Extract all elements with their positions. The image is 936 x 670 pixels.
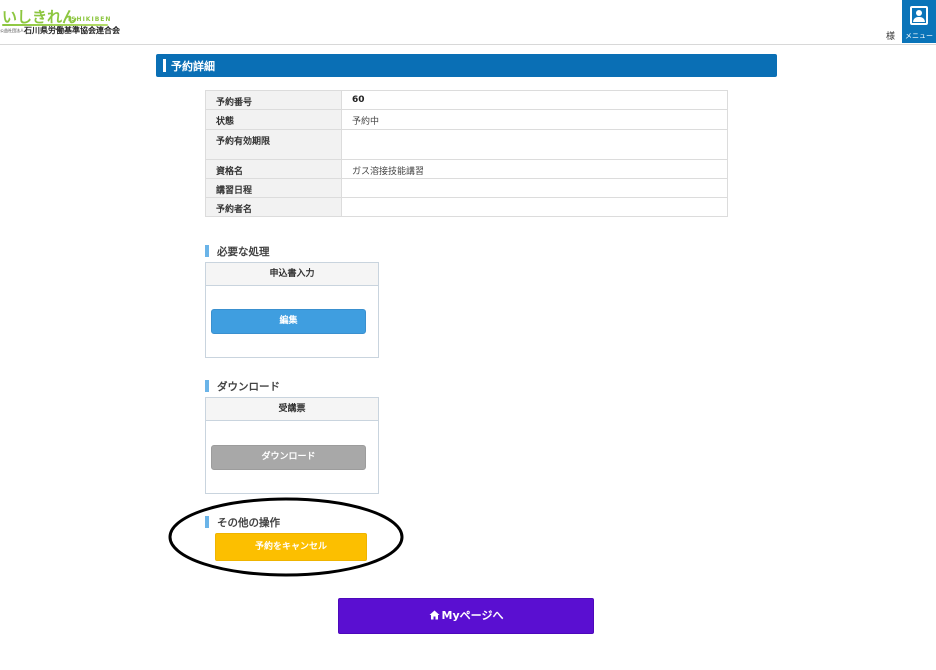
reservation-details-table: 予約番号 60 状態 予約中 予約有効期限 資格名 ガス溶接技能講習 講習日程 …	[205, 90, 728, 217]
heading-marker	[205, 245, 209, 257]
row-value: 予約中	[341, 109, 728, 130]
download-button[interactable]: ダウンロード	[211, 445, 366, 470]
site-header: いしきれん ISHIKIBEN 公益社団法人 石川県労働基準協会連合会 様 メニ…	[0, 0, 936, 45]
table-row: 予約番号 60	[205, 90, 728, 110]
user-icon	[910, 6, 928, 25]
menu-label: メニュー	[905, 32, 933, 40]
panel-title: 申込書入力	[206, 263, 378, 286]
row-label: 予約番号	[205, 90, 342, 110]
row-label: 予約有効期限	[205, 129, 342, 160]
row-label: 状態	[205, 109, 342, 130]
row-value	[341, 178, 728, 198]
edit-button[interactable]: 編集	[211, 309, 366, 334]
panel-title: 受講票	[206, 398, 378, 421]
logo-prefix-text: 公益社団法人	[0, 28, 24, 33]
annotation-ellipse	[168, 497, 404, 577]
mypage-button-label: Myページへ	[441, 609, 504, 622]
table-row: 講習日程	[205, 178, 728, 198]
heading-marker	[205, 380, 209, 392]
logo-english-text: ISHIKIBEN	[68, 16, 112, 23]
row-value	[341, 197, 728, 217]
site-logo[interactable]: いしきれん ISHIKIBEN 公益社団法人 石川県労働基準協会連合会	[0, 4, 120, 38]
application-form-panel: 申込書入力 編集	[205, 262, 379, 358]
row-label: 予約者名	[205, 197, 342, 217]
title-marker	[163, 59, 166, 72]
required-heading-text: 必要な処理	[217, 246, 270, 258]
mypage-button[interactable]: Myページへ	[338, 598, 594, 634]
row-label: 講習日程	[205, 178, 342, 198]
menu-button[interactable]: メニュー	[902, 0, 936, 43]
page-title: 予約詳細	[171, 60, 215, 73]
user-honorific: 様	[886, 32, 896, 42]
required-section-heading: 必要な処理	[205, 244, 270, 259]
table-row: 資格名 ガス溶接技能講習	[205, 159, 728, 179]
row-value: ガス溶接技能講習	[341, 159, 728, 179]
row-label: 資格名	[205, 159, 342, 179]
page-title-bar: 予約詳細	[156, 54, 777, 77]
table-row: 予約有効期限	[205, 129, 728, 160]
download-heading-text: ダウンロード	[217, 381, 280, 393]
logo-organization-text: 石川県労働基準協会連合会	[24, 26, 120, 35]
download-section-heading: ダウンロード	[205, 379, 280, 394]
table-row: 予約者名	[205, 197, 728, 217]
exam-ticket-panel: 受講票 ダウンロード	[205, 397, 379, 494]
home-icon	[429, 610, 440, 620]
table-row: 状態 予約中	[205, 109, 728, 130]
row-value: 60	[341, 90, 728, 110]
row-value	[341, 129, 728, 160]
